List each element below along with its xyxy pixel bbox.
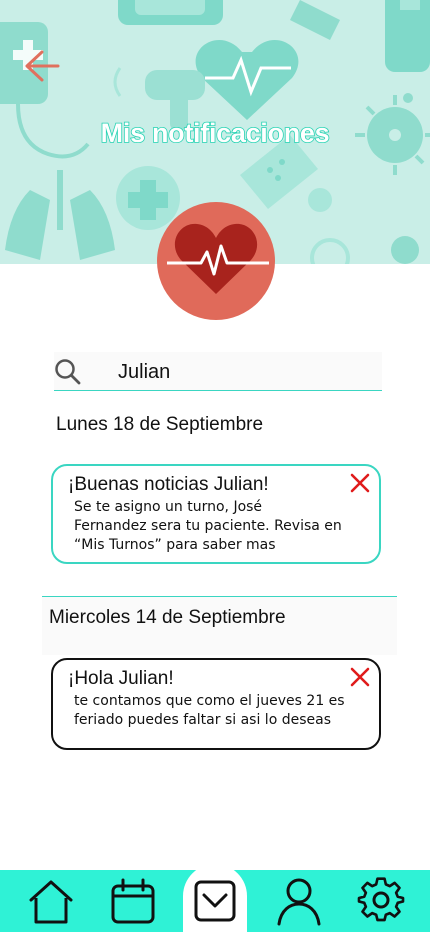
- user-icon[interactable]: [274, 876, 324, 926]
- notification-body: te contamos que como el jueves 21 es fer…: [74, 692, 364, 730]
- page-title: Mis notificaciones: [100, 117, 331, 149]
- notification-line: Fernandez sera tu paciente. Revisa en: [74, 518, 342, 534]
- date-heading: Miercoles 14 de Septiembre: [49, 607, 286, 628]
- gear-icon[interactable]: [356, 876, 406, 926]
- notification-card[interactable]: ¡Buenas noticias Julian! Se te asigno un…: [51, 464, 381, 564]
- heart-pulse-icon: [167, 223, 269, 294]
- search-bar[interactable]: [54, 352, 382, 391]
- notification-line: Se te asigno un turno, José: [74, 499, 263, 515]
- date-heading-row: Miercoles 14 de Septiembre: [42, 596, 397, 655]
- heartbeat-logo: [157, 202, 275, 320]
- back-arrow-icon[interactable]: [22, 48, 62, 84]
- notification-title: ¡Hola Julian!: [68, 668, 174, 689]
- search-icon[interactable]: [54, 358, 82, 386]
- notification-body: Se te asigno un turno, José Fernandez se…: [74, 498, 364, 555]
- notification-line: “Mis Turnos” para saber mas: [74, 537, 276, 553]
- notification-card[interactable]: ¡Hola Julian! te contamos que como el ju…: [51, 658, 381, 750]
- notification-line: feriado puedes faltar si asi lo deseas: [74, 712, 331, 728]
- calendar-icon[interactable]: [108, 876, 158, 926]
- date-heading: Lunes 18 de Septiembre: [56, 414, 264, 435]
- home-icon[interactable]: [26, 876, 76, 926]
- notification-line: te contamos que como el jueves 21 es: [74, 693, 345, 709]
- close-icon[interactable]: [349, 666, 371, 688]
- inbox-icon[interactable]: [190, 876, 240, 926]
- notification-title: ¡Buenas noticias Julian!: [68, 474, 269, 495]
- close-icon[interactable]: [349, 472, 371, 494]
- search-input[interactable]: [116, 356, 370, 388]
